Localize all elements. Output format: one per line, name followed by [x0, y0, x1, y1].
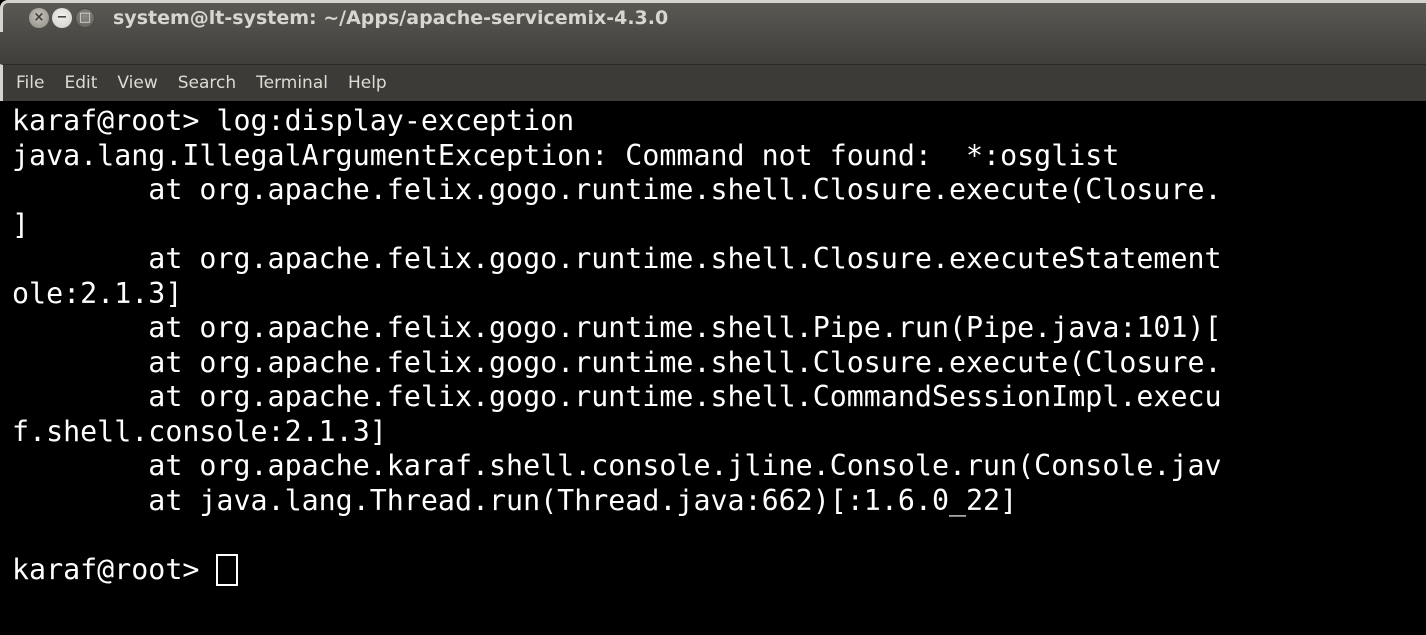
window-title: system@lt-system: ~/Apps/apache-servicem…	[113, 6, 669, 29]
prompt-text: karaf@root>	[12, 552, 200, 586]
terminal-line: at org.apache.karaf.shell.console.jline.…	[12, 449, 1222, 482]
menu-search[interactable]: Search	[170, 73, 248, 93]
menu-file[interactable]: File	[8, 73, 56, 93]
terminal-window: × − □ system@lt-system: ~/Apps/apache-se…	[0, 0, 1426, 635]
title-bar-row: × − □ system@lt-system: ~/Apps/apache-se…	[0, 0, 1426, 32]
minimize-window-button[interactable]: −	[52, 7, 72, 28]
terminal-line: at org.apache.felix.gogo.runtime.shell.C…	[12, 380, 1222, 413]
terminal-line: f.shell.console:2.1.3]	[12, 414, 387, 448]
terminal-line: at org.apache.felix.gogo.runtime.shell.C…	[12, 242, 1222, 275]
maximize-window-button[interactable]: □	[75, 7, 95, 28]
terminal-line: at java.lang.Thread.run(Thread.java:662)…	[12, 483, 1018, 517]
menu-terminal[interactable]: Terminal	[248, 73, 340, 93]
terminal-line: java.lang.IllegalArgumentException: Comm…	[12, 138, 1120, 172]
terminal-line: at org.apache.felix.gogo.runtime.shell.P…	[12, 311, 1222, 344]
menu-bar: File Edit View Search Terminal Help	[0, 64, 1426, 101]
menu-view[interactable]: View	[109, 73, 169, 93]
terminal-line: at org.apache.felix.gogo.runtime.shell.C…	[12, 345, 1222, 379]
minimize-icon: −	[56, 10, 68, 25]
close-window-button[interactable]: ×	[29, 7, 49, 28]
prompt-line[interactable]: karaf@root>	[12, 553, 1426, 588]
terminal-line: at org.apache.felix.gogo.runtime.shell.C…	[12, 173, 1222, 206]
terminal-line: karaf@root> log:display-exception	[12, 104, 575, 137]
text-cursor	[216, 553, 239, 586]
terminal-line: ]	[12, 207, 30, 241]
terminal-output[interactable]: karaf@root> log:display-exception java.l…	[0, 101, 1426, 635]
title-bar[interactable]: × − □ system@lt-system: ~/Apps/apache-se…	[0, 0, 1426, 64]
close-icon: ×	[33, 10, 45, 25]
terminal-line: ole:2.1.3]	[12, 276, 183, 310]
menu-edit[interactable]: Edit	[56, 73, 109, 93]
maximize-icon: □	[78, 10, 92, 25]
menu-help[interactable]: Help	[340, 73, 399, 93]
